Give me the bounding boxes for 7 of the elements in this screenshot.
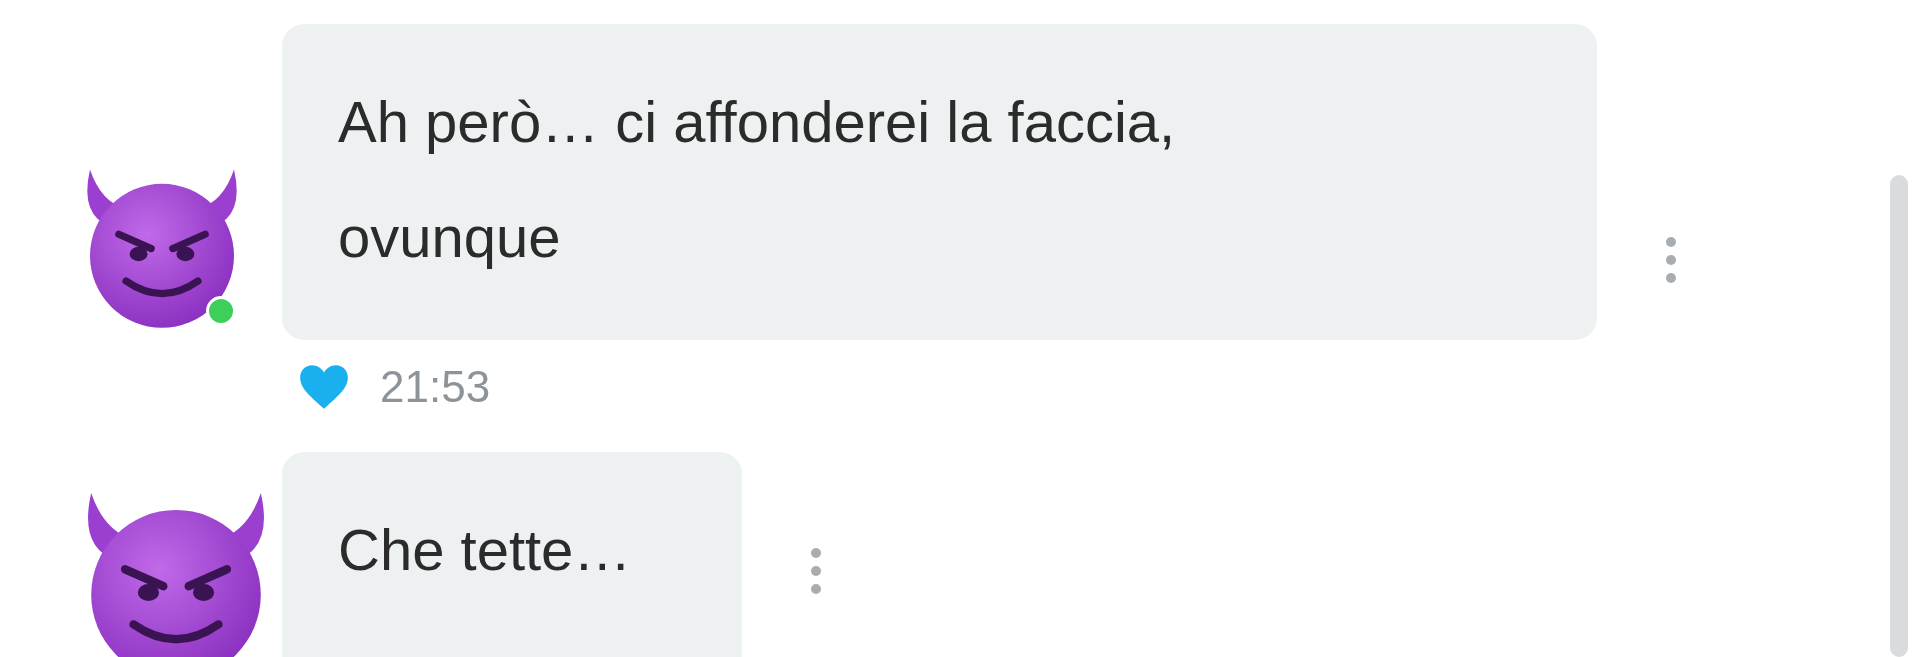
message-time: 21:53 xyxy=(380,362,491,412)
more-options-icon[interactable] xyxy=(810,547,822,595)
heart-icon[interactable] xyxy=(298,363,350,411)
message-bubble: Ah però… ci affonderei la faccia, ovunque xyxy=(282,24,1597,340)
scrollbar[interactable] xyxy=(1890,175,1908,657)
message-bubble: Che tette… xyxy=(282,452,742,657)
more-options-icon[interactable] xyxy=(1665,236,1677,284)
